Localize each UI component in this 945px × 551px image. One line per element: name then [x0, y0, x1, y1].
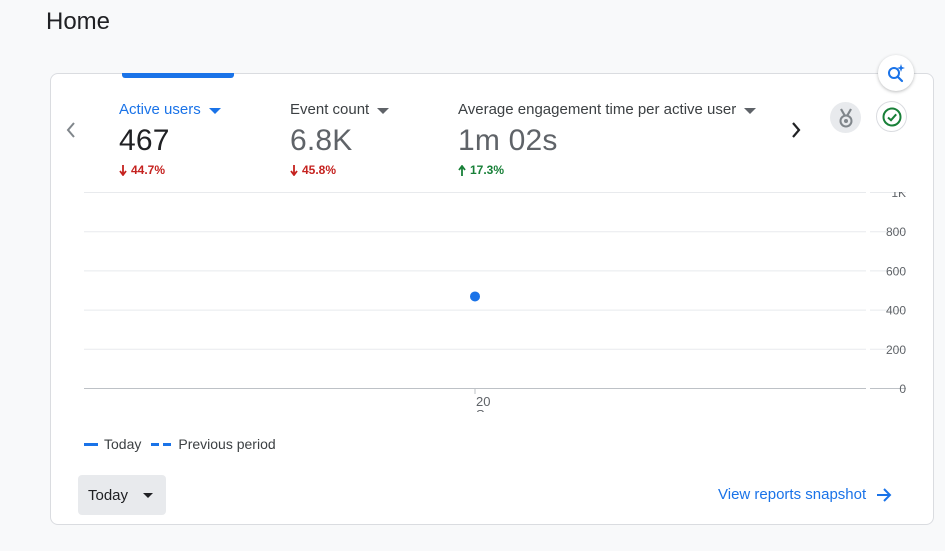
metric-label: Average engagement time per active user	[458, 101, 737, 118]
insights-button[interactable]	[878, 55, 914, 91]
data-point[interactable]	[470, 291, 480, 302]
metric-avg-engagement-time[interactable]: Average engagement time per active user …	[458, 101, 780, 177]
y-tick-label: 800	[886, 225, 906, 239]
search-sparkle-icon	[888, 64, 905, 83]
chevron-left-icon	[66, 122, 75, 138]
arrow-down-icon	[119, 164, 127, 176]
view-reports-snapshot-link[interactable]: View reports snapshot	[718, 486, 892, 503]
legend-previous-period: Previous period	[178, 436, 276, 452]
active-users-chart: 1K 800 600 400 200 0 20Sep	[84, 192, 906, 412]
metric-event-count[interactable]: Event count 6.8K 45.8%	[290, 101, 390, 177]
chart-legend: Today Previous period	[84, 436, 276, 452]
metric-change: 17.3%	[458, 163, 780, 177]
chart-y-axis: 1K 800 600 400 200 0	[886, 192, 906, 396]
y-tick-label: 0	[899, 382, 906, 396]
legend-today: Today	[104, 436, 142, 452]
metric-value: 6.8K	[290, 124, 353, 157]
dropdown-arrow-icon	[377, 107, 390, 114]
chart-x-axis: 20Sep	[474, 388, 499, 412]
dropdown-arrow-icon	[143, 492, 154, 498]
metric-change: 44.7%	[119, 163, 221, 177]
chart-gridlines	[84, 192, 906, 389]
dropdown-arrow-icon	[208, 107, 221, 114]
x-tick-month: Sep	[476, 407, 499, 412]
page-title: Home	[46, 8, 111, 35]
legend-swatch-today	[84, 442, 98, 446]
y-tick-label: 1K	[891, 192, 906, 200]
metric-value: 1m 02s	[458, 124, 558, 157]
metric-active-users[interactable]: Active users 467 44.7%	[119, 101, 221, 177]
active-tab-indicator	[122, 73, 234, 78]
y-tick-label: 600	[886, 264, 906, 278]
medal-badge[interactable]	[830, 102, 861, 133]
arrow-down-icon	[290, 164, 298, 176]
metric-change: 45.8%	[290, 163, 389, 177]
legend-swatch-previous	[151, 442, 172, 446]
previous-metrics-button[interactable]	[63, 118, 79, 142]
arrow-up-icon	[458, 164, 466, 176]
y-tick-label: 200	[886, 343, 906, 357]
date-range-value: Today	[88, 486, 129, 504]
overview-card: Active users 467 44.7% Event count 6.8K …	[50, 73, 934, 525]
medal-icon	[839, 107, 852, 127]
chart-points	[470, 291, 480, 302]
metric-label: Event count	[290, 101, 370, 118]
chevron-right-icon	[792, 122, 801, 138]
check-circle-icon	[882, 107, 901, 126]
y-tick-label: 400	[886, 304, 906, 318]
metric-value: 467	[119, 124, 170, 157]
date-range-select[interactable]: Today	[78, 475, 166, 515]
arrow-right-icon	[877, 487, 892, 502]
next-metrics-button[interactable]	[787, 118, 805, 142]
check-button[interactable]	[876, 101, 907, 132]
dropdown-arrow-icon	[744, 107, 757, 114]
metric-label: Active users	[119, 101, 201, 118]
